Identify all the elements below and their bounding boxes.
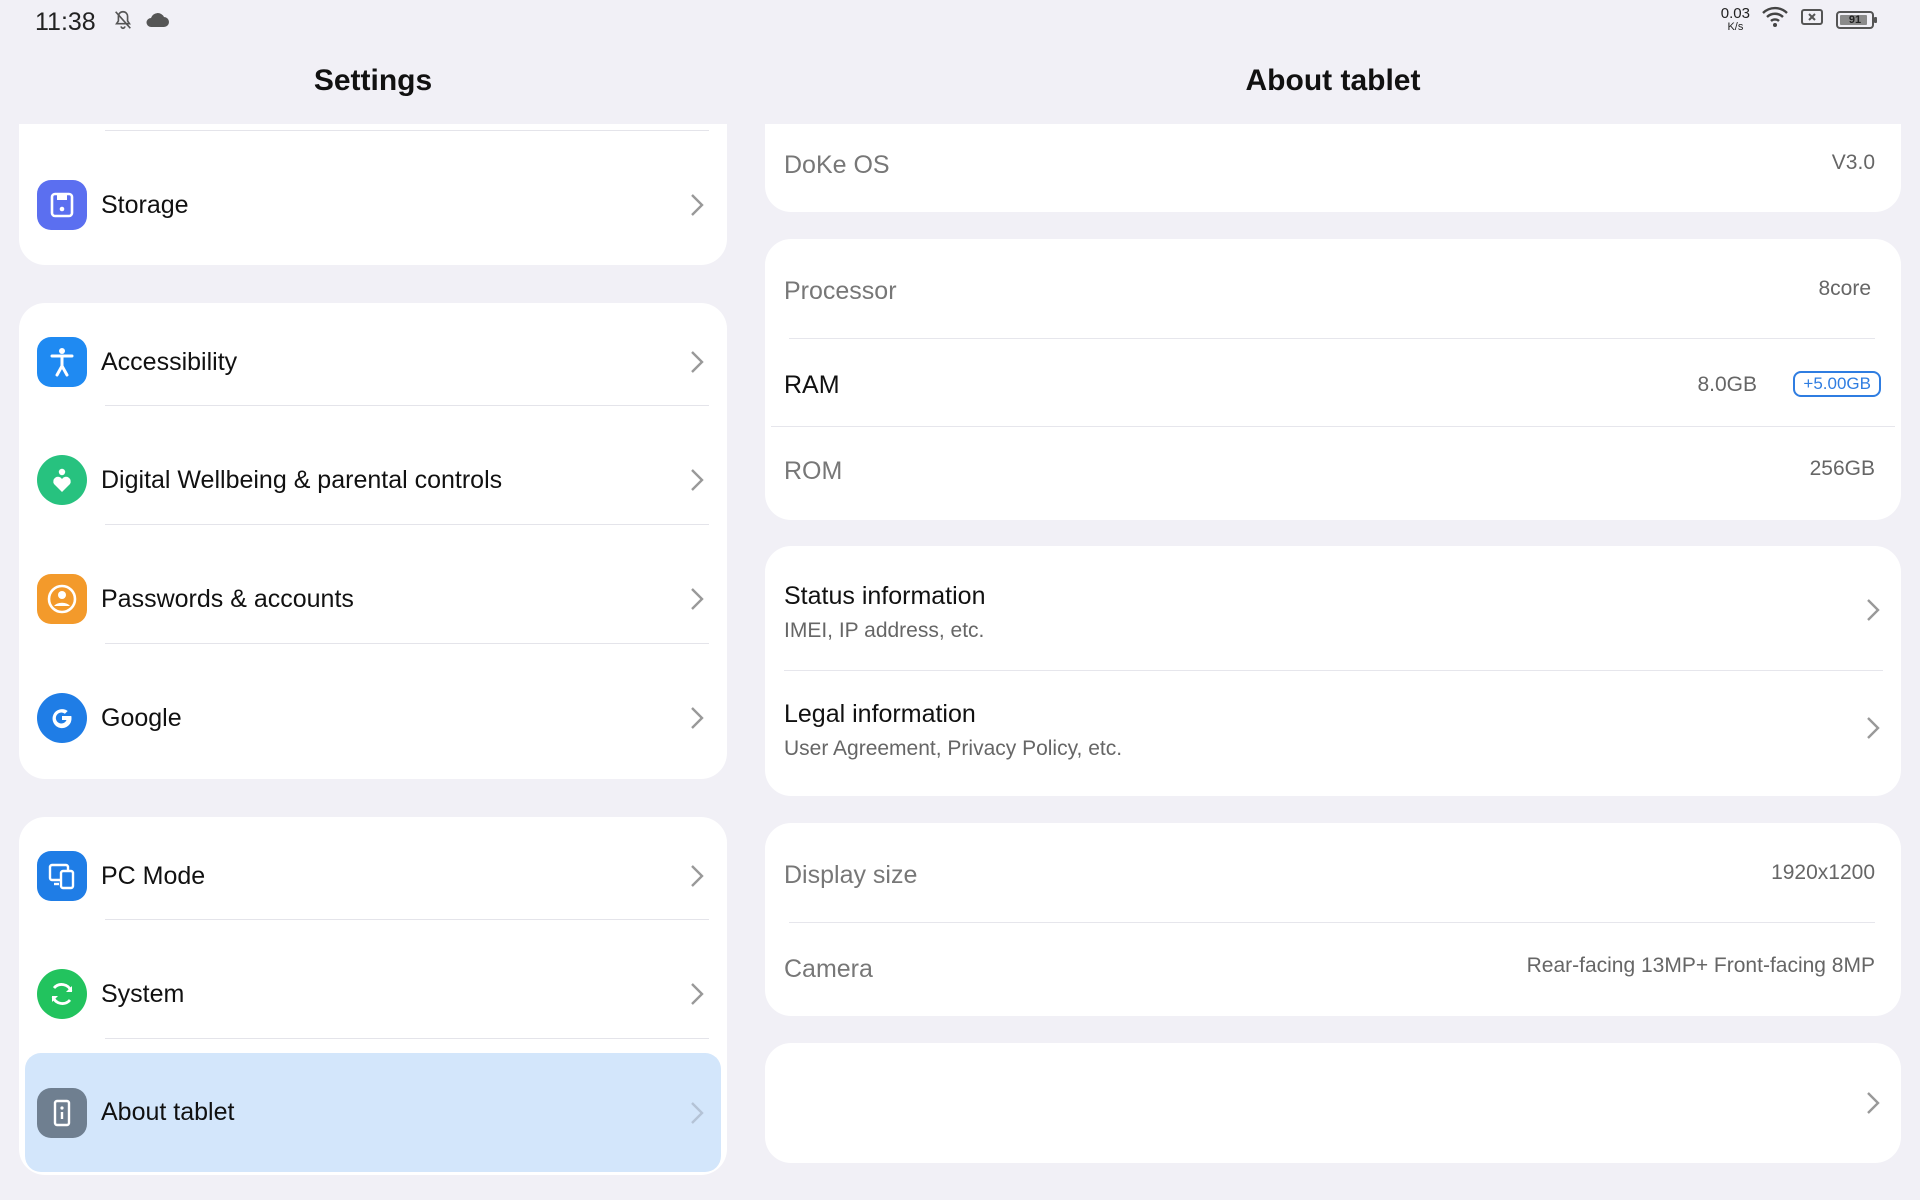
chevron-right-icon (683, 585, 711, 613)
settings-item-label: PC Mode (101, 861, 206, 890)
ram-value: 8.0GB (1697, 373, 1757, 396)
settings-item-label: Digital Wellbeing & parental controls (101, 465, 503, 494)
settings-item-label: Passwords & accounts (101, 584, 354, 613)
settings-group-card: Accessibility Digital Wellbeing & parent… (19, 303, 727, 779)
chevron-right-icon (683, 466, 711, 494)
wifi-icon (1762, 6, 1788, 33)
accessibility-icon (37, 337, 87, 387)
legal-information-subtitle: User Agreement, Privacy Policy, etc. (784, 737, 1123, 760)
ram-row: RAM 8.0GB +5.00GB (765, 339, 1901, 425)
wellbeing-heart-icon (37, 455, 87, 505)
storage-card: Storage (19, 124, 727, 265)
chevron-right-icon (1859, 1089, 1887, 1117)
settings-item-about-tablet[interactable]: About tablet (19, 1042, 727, 1172)
chevron-right-icon (683, 862, 711, 890)
ram-label: RAM (784, 371, 840, 399)
os-value: V3.0 (1831, 151, 1875, 174)
divider (105, 643, 709, 644)
chevron-right-icon (683, 1099, 711, 1127)
settings-item-label: Accessibility (101, 347, 238, 376)
network-speed: 0.03 K/s (1720, 5, 1750, 33)
divider (105, 919, 709, 920)
settings-item-system[interactable]: System (19, 935, 727, 1053)
ram-extension-badge: +5.00GB (1793, 371, 1881, 397)
os-label: DoKe OS (784, 151, 890, 179)
status-bar: 11:38 0.03 K/s 91 (0, 0, 1920, 44)
legal-information-title: Legal information (784, 700, 976, 728)
chevron-right-icon (1859, 714, 1887, 742)
divider (105, 405, 709, 406)
account-icon (37, 574, 87, 624)
settings-title: Settings (313, 64, 433, 97)
display-card: Display size 1920x1200 Camera Rear-facin… (765, 823, 1901, 1016)
display-size-row: Display size 1920x1200 (765, 823, 1901, 922)
info-card: Status information IMEI, IP address, etc… (765, 546, 1901, 796)
settings-item-label: Storage (101, 190, 189, 219)
camera-label: Camera (784, 955, 873, 983)
google-g-icon (37, 693, 87, 743)
hardware-card: Processor 8core RAM 8.0GB +5.00GB ROM 25… (765, 239, 1901, 520)
chevron-right-icon (683, 348, 711, 376)
divider (105, 130, 709, 131)
settings-item-google[interactable]: Google (19, 659, 727, 777)
chevron-right-icon (683, 191, 711, 219)
settings-item-label: System (101, 979, 185, 1008)
camera-value: Rear-facing 13MP+ Front-facing 8MP (1526, 954, 1875, 977)
status-information-row[interactable]: Status information IMEI, IP address, etc… (765, 546, 1901, 670)
bell-off-icon (112, 9, 134, 36)
legal-information-row[interactable]: Legal information User Agreement, Privac… (765, 671, 1901, 796)
os-version-row: DoKe OS V3.0 (765, 124, 1901, 212)
settings-item-label: About tablet (101, 1098, 235, 1126)
divider (105, 1038, 709, 1039)
storage-icon (37, 180, 87, 230)
status-information-subtitle: IMEI, IP address, etc. (784, 619, 985, 642)
about-tablet-title: About tablet (1245, 64, 1421, 97)
settings-group-card: PC Mode System About tablet (19, 817, 727, 1175)
os-card: DoKe OS V3.0 (765, 124, 1901, 212)
display-size-label: Display size (784, 861, 918, 889)
processor-row: Processor 8core (765, 239, 1901, 337)
settings-item-pc-mode[interactable]: PC Mode (19, 817, 727, 935)
status-information-title: Status information (784, 582, 986, 610)
display-size-value: 1920x1200 (1771, 861, 1875, 884)
camera-row: Camera Rear-facing 13MP+ Front-facing 8M… (765, 923, 1901, 1016)
settings-item-passwords-accounts[interactable]: Passwords & accounts (19, 540, 727, 658)
settings-item-digital-wellbeing[interactable]: Digital Wellbeing & parental controls (19, 421, 727, 539)
settings-item-label: Google (101, 703, 182, 732)
settings-item-storage[interactable]: Storage (19, 146, 727, 264)
cloud-icon (144, 10, 170, 35)
rom-row: ROM 256GB (765, 427, 1901, 520)
divider (105, 524, 709, 525)
rom-value: 256GB (1809, 457, 1875, 480)
settings-item-accessibility[interactable]: Accessibility (19, 303, 727, 421)
processor-value: 8core (1818, 277, 1871, 300)
rom-label: ROM (784, 457, 843, 485)
chevron-right-icon (1859, 596, 1887, 624)
battery-icon: 91 (1836, 10, 1877, 29)
status-time: 11:38 (35, 8, 96, 36)
redacted-card[interactable] (765, 1043, 1901, 1163)
no-sim-icon (1800, 7, 1824, 32)
chevron-right-icon (683, 980, 711, 1008)
processor-label: Processor (784, 277, 897, 305)
pc-mode-icon (37, 851, 87, 901)
about-tablet-icon (37, 1088, 87, 1138)
chevron-right-icon (683, 704, 711, 732)
system-sync-icon (37, 969, 87, 1019)
